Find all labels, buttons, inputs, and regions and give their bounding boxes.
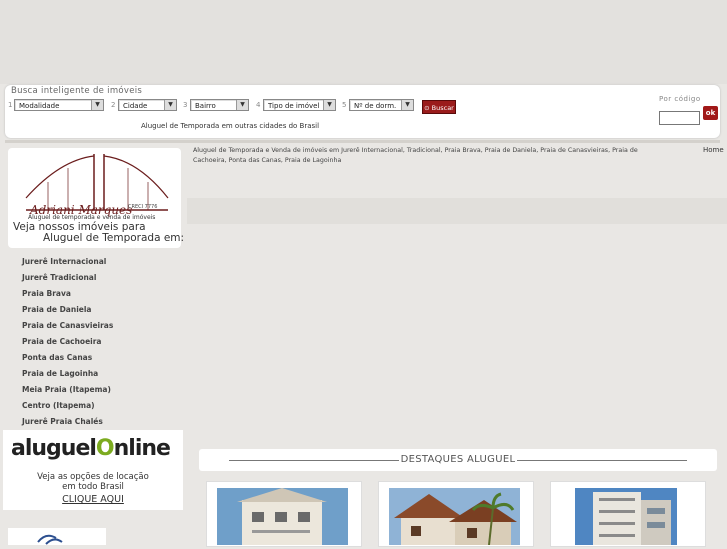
chevron-down-icon: ▼	[91, 100, 103, 110]
outras-cidades-link[interactable]: Aluguel de Temporada em outras cidades d…	[141, 122, 319, 130]
sidebar-item-jurere-tradicional[interactable]: Jurerê Tradicional	[22, 273, 96, 282]
buscar-button[interactable]: ⊙ Buscar	[422, 100, 456, 114]
step-number: 3	[183, 101, 188, 109]
select-label: Tipo de imóvel	[268, 102, 320, 110]
logo-creci: CRECI 7776	[128, 204, 158, 210]
sidebar-item-jurere-internacional[interactable]: Jurerê Internacional	[22, 257, 106, 266]
sidebar-heading-line2: Aluguel de Temporada em:	[43, 232, 185, 244]
logo-tagline: Aluguel de temporada e venda de imóveis	[28, 214, 156, 221]
step-number: 1	[8, 101, 13, 109]
buscar-label: Buscar	[431, 104, 454, 112]
logo-text: O	[95, 436, 115, 461]
sidebar-item-ponta-das-canas[interactable]: Ponta das Canas	[22, 353, 92, 362]
cidade-select[interactable]: Cidade ▼	[118, 99, 177, 111]
logo-text: aluguel	[11, 436, 97, 461]
select-label: Bairro	[195, 102, 216, 110]
home-link[interactable]: Home	[703, 146, 724, 154]
destaques-header: DESTAQUES ALUGUEL	[199, 449, 717, 471]
chevron-down-icon: ▼	[164, 100, 176, 110]
property-photo[interactable]	[217, 488, 348, 545]
sidebar-item-jurere-praia-chales[interactable]: Jurerê Praia Chalés	[22, 417, 103, 426]
sidebar-item-praia-cachoeira[interactable]: Praia de Cachoeira	[22, 337, 102, 346]
step-number: 2	[111, 101, 116, 109]
step-number: 5	[342, 101, 347, 109]
aluguel-online-text: Veja as opções de locação em todo Brasil	[3, 472, 183, 492]
breadcrumb: Aluguel de Temporada e Venda de imóveis …	[193, 147, 638, 164]
aluguel-online-logo: aluguelOnline	[11, 436, 171, 461]
select-label: Modalidade	[19, 102, 60, 110]
tower-image	[575, 488, 677, 545]
codigo-input[interactable]	[659, 111, 700, 125]
aluguel-online-line2: em todo Brasil	[62, 482, 124, 492]
sidebar-item-praia-lagoinha[interactable]: Praia de Lagoinha	[22, 369, 98, 378]
aluguel-online-banner[interactable]: aluguelOnline Veja as opções de locação …	[3, 430, 183, 510]
select-label: Nº de dorm.	[354, 102, 397, 110]
tipo-imovel-select[interactable]: Tipo de imóvel ▼	[263, 99, 336, 111]
modalidade-select[interactable]: Modalidade ▼	[14, 99, 104, 111]
top-banner-area	[0, 0, 727, 84]
bairro-select[interactable]: Bairro ▼	[190, 99, 249, 111]
search-title: Busca inteligente de imóveis	[11, 86, 143, 96]
por-codigo-label: Por código	[659, 95, 701, 103]
sidebar-item-centro-itapema[interactable]: Centro (Itapema)	[22, 401, 95, 410]
clique-aqui-link[interactable]: CLIQUE AQUI	[3, 494, 183, 505]
chevron-down-icon: ▼	[236, 100, 248, 110]
chevron-down-icon: ▼	[401, 100, 413, 110]
sidebar-item-praia-brava[interactable]: Praia Brava	[22, 289, 71, 298]
property-photo[interactable]	[389, 488, 520, 545]
search-panel: Busca inteligente de imóveis 1 Modalidad…	[5, 85, 720, 138]
house-image	[389, 488, 520, 545]
partner-logo-icon	[37, 534, 63, 545]
ok-button[interactable]: ok	[703, 106, 718, 120]
building-image	[217, 488, 348, 545]
dormitorios-select[interactable]: Nº de dorm. ▼	[349, 99, 414, 111]
sidebar-heading: Veja nossos imóveis para Aluguel de Temp…	[13, 222, 184, 244]
partner-logo[interactable]	[8, 528, 106, 545]
divider	[517, 460, 687, 461]
sidebar-item-meia-praia[interactable]: Meia Praia (Itapema)	[22, 385, 111, 394]
aluguel-online-line1: Veja as opções de locação	[37, 472, 149, 482]
chevron-down-icon: ▼	[323, 100, 335, 110]
step-number: 4	[256, 101, 261, 109]
search-icon: ⊙	[424, 104, 430, 112]
select-label: Cidade	[123, 102, 148, 110]
property-photo[interactable]	[575, 488, 677, 545]
sidebar-item-praia-daniela[interactable]: Praia de Daniela	[22, 305, 91, 314]
sidebar-item-praia-canasvieiras[interactable]: Praia de Canasvieiras	[22, 321, 113, 330]
content-strip	[187, 198, 727, 224]
logo-text: nline	[113, 436, 171, 461]
